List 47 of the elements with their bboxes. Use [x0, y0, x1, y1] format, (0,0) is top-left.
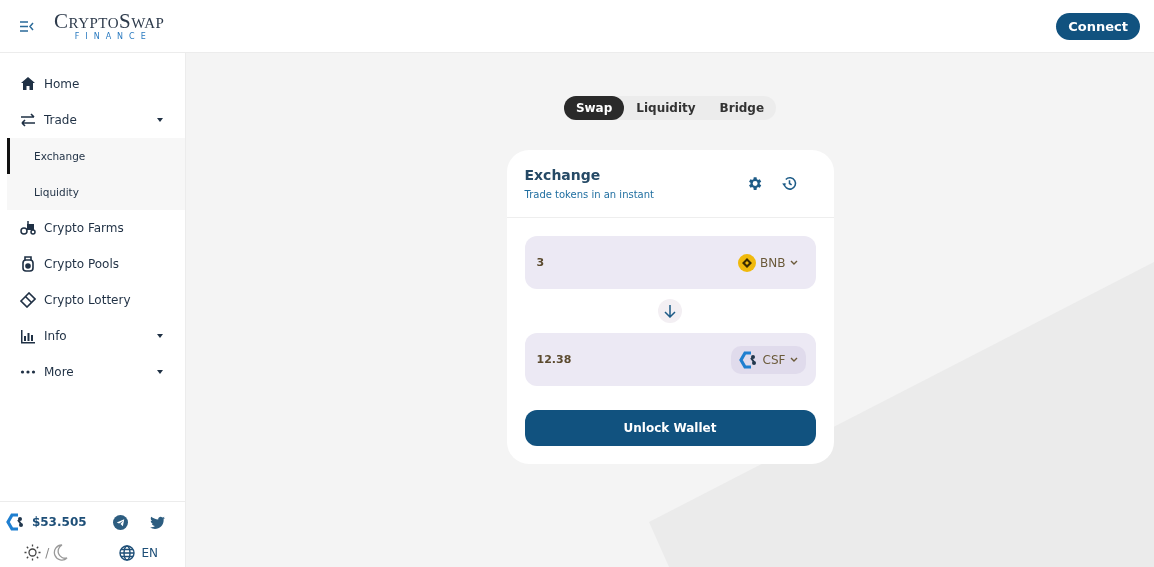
sidebar-icon	[20, 112, 36, 128]
language-label[interactable]: EN	[141, 545, 159, 560]
sidebar-item[interactable]: Crypto Pools	[0, 246, 185, 282]
amount-field[interactable]: 12.38 CSF	[524, 333, 816, 386]
arrow-down-icon	[664, 304, 676, 318]
logo-tagline: FINANCE	[73, 33, 152, 41]
sidebar-item[interactable]: More	[0, 354, 185, 390]
logo-wordmark: CryptoSwap	[54, 11, 165, 32]
chevron-down-icon	[789, 259, 798, 266]
sidebar-subitem[interactable]: Liquidity	[7, 174, 185, 210]
theme-separator: /	[45, 545, 50, 560]
sidebar-icon	[20, 256, 36, 272]
csf-coin-icon	[738, 349, 759, 370]
sidebar-item[interactable]: Trade	[0, 102, 185, 138]
sidebar-subitem[interactable]: Exchange	[7, 138, 185, 174]
tab[interactable]: Swap	[563, 96, 625, 120]
sidebar-item[interactable]: Crypto Farms	[0, 210, 185, 246]
twitter-icon[interactable]	[149, 515, 165, 529]
card-subtitle: Trade tokens in an instant	[524, 189, 655, 200]
tab[interactable]: Liquidity	[624, 96, 708, 120]
moon-icon[interactable]	[53, 544, 69, 561]
telegram-icon[interactable]	[112, 514, 128, 530]
unlock-wallet-button[interactable]: Unlock Wallet	[524, 410, 816, 446]
sidebar-icon	[20, 328, 36, 344]
bnb-coin-icon	[738, 253, 757, 272]
chevron-down-icon	[789, 356, 798, 363]
history-icon[interactable]	[780, 175, 798, 192]
token-price: $53.505	[31, 515, 87, 529]
globe-icon[interactable]	[119, 544, 136, 561]
sun-icon[interactable]	[24, 544, 42, 561]
sidebar-item[interactable]: Info	[0, 318, 185, 354]
csf-logo-icon	[5, 512, 26, 532]
token-selector[interactable]: CSF	[730, 345, 806, 374]
swap-direction-button[interactable]	[658, 299, 682, 323]
sidebar-item[interactable]: Crypto Lottery	[0, 282, 185, 318]
sidebar-icon	[20, 292, 36, 308]
sidebar-item[interactable]: Home	[0, 66, 185, 102]
amount-field[interactable]: 3 BNB	[524, 236, 816, 289]
tab[interactable]: Bridge	[707, 96, 777, 120]
token-selector[interactable]: BNB	[730, 249, 806, 276]
card-title: Exchange	[524, 167, 602, 183]
caret-icon	[157, 334, 163, 338]
sidebar-icon	[20, 220, 36, 236]
menu-collapse-icon[interactable]	[20, 20, 34, 32]
caret-icon	[157, 370, 163, 374]
connect-button[interactable]: Connect	[1056, 12, 1140, 40]
sidebar-icon	[20, 76, 36, 92]
